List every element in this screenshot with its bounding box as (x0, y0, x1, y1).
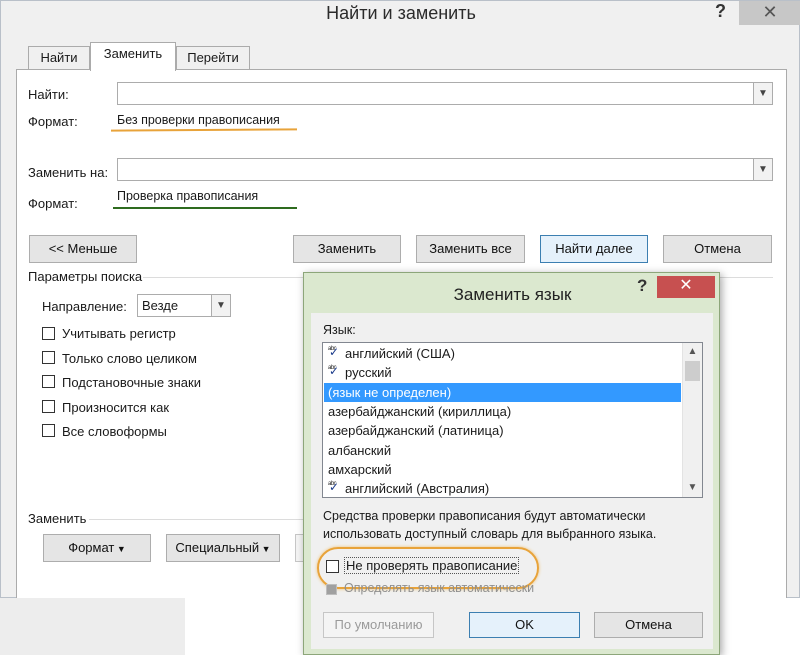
cancel-button[interactable]: Отмена (594, 612, 703, 638)
language-item-label: (язык не определен) (328, 384, 452, 400)
find-format-label: Формат: (28, 114, 78, 129)
direction-value: Везде (142, 298, 179, 313)
ok-button[interactable]: OK (469, 612, 580, 638)
replace-group-label: Заменить (28, 511, 87, 526)
language-item[interactable]: албанский (324, 441, 681, 460)
language-item-label: английский (США) (345, 346, 455, 361)
search-params-label: Параметры поиска (28, 269, 143, 284)
replace-button[interactable]: Заменить (293, 235, 401, 263)
format-button-label: Формат (68, 540, 115, 555)
group-divider (89, 519, 304, 520)
language-dialog: Заменить язык ? ✕ Язык: abc ✓ английский (… (303, 272, 720, 655)
replace-label: Заменить на: (28, 165, 109, 180)
language-item[interactable]: азербайджанский (кириллица) (324, 402, 681, 421)
language-item[interactable]: (язык не определен) (324, 382, 681, 402)
language-item[interactable]: abc ✓ русский (324, 363, 681, 382)
language-dialog-body: Язык: abc ✓ английский (США) abc ✓ русский (яз… (311, 313, 713, 649)
format-button[interactable]: Формат ▼ (43, 534, 151, 562)
tab-find-label: Найти (40, 50, 78, 65)
word-forms-checkbox[interactable] (42, 424, 55, 437)
language-item-label: азербайджанский (кириллица) (328, 403, 512, 419)
direction-label: Направление: (42, 299, 127, 314)
word-forms-label: Все словоформы (62, 424, 167, 439)
chevron-down-icon[interactable]: ▼ (753, 159, 772, 180)
language-label: Язык: (323, 323, 356, 337)
set-default-button[interactable]: По умолчанию (323, 612, 434, 638)
close-button[interactable]: ✕ (739, 1, 800, 25)
find-input[interactable]: ▼ (117, 82, 773, 105)
sounds-like-label: Произносится как (62, 400, 170, 415)
match-case-label: Учитывать регистр (62, 326, 176, 341)
chevron-down-icon[interactable]: ▼ (211, 295, 230, 316)
scroll-thumb[interactable] (685, 361, 700, 381)
close-icon: ✕ (679, 277, 693, 294)
help-button[interactable]: ? (637, 276, 647, 296)
tab-replace[interactable]: Заменить (90, 42, 176, 71)
match-case-checkbox[interactable] (42, 327, 55, 340)
language-item-label: амхарский (328, 461, 392, 477)
replace-format-value: Проверка правописания (117, 189, 259, 203)
scroll-up-icon[interactable]: ▲ (683, 343, 702, 360)
dropdown-arrow-icon: ▼ (114, 544, 126, 554)
scrollbar[interactable]: ▲ ▼ (682, 343, 702, 497)
language-item[interactable]: abc ✓ английский (США) (324, 344, 681, 363)
close-button[interactable]: ✕ (657, 276, 715, 298)
close-icon: ✕ (762, 2, 778, 22)
tab-goto-label: Перейти (187, 50, 239, 65)
language-item-label: английский (Австралия) (345, 481, 490, 497)
green-underline-annotation (113, 207, 297, 209)
cancel-button[interactable]: Отмена (663, 235, 772, 263)
dropdown-arrow-icon: ▼ (259, 544, 271, 554)
sounds-like-checkbox[interactable] (42, 400, 55, 413)
find-next-button[interactable]: Найти далее (540, 235, 648, 263)
language-item[interactable]: abc ✓ английский (Австралия) (324, 479, 681, 497)
special-button[interactable]: Специальный ▼ (166, 534, 280, 562)
tab-replace-label: Заменить (103, 46, 163, 61)
tab-goto[interactable]: Перейти (176, 46, 250, 70)
chevron-down-icon[interactable]: ▼ (753, 83, 772, 104)
dialog-title: Найти и заменить (326, 3, 476, 23)
language-item-label: азербайджанский (латиница) (328, 423, 504, 439)
whole-word-checkbox[interactable] (42, 351, 55, 364)
tab-find[interactable]: Найти (28, 46, 90, 70)
hint-text: Средства проверки правописания будут авт… (323, 509, 657, 541)
language-list[interactable]: abc ✓ английский (США) abc ✓ русский (язык не … (322, 342, 703, 498)
language-item-label: албанский (328, 442, 392, 458)
wildcards-label: Подстановочные знаки (62, 375, 201, 390)
replace-input[interactable]: ▼ (117, 158, 773, 181)
help-button[interactable]: ? (715, 1, 726, 22)
language-item[interactable]: амхарский (324, 460, 681, 479)
language-item-label: русский (345, 365, 392, 381)
replace-format-label: Формат: (28, 196, 78, 211)
whole-word-label: Только слово целиком (62, 351, 197, 366)
no-spellcheck-label: Не проверять правописание (344, 557, 520, 574)
language-item[interactable]: азербайджанский (латиница) (324, 421, 681, 440)
taskbar-area (0, 598, 185, 655)
auto-detect-label: Определять язык автоматически (344, 581, 535, 595)
find-label: Найти: (28, 87, 69, 102)
no-spellcheck-checkbox[interactable] (326, 560, 339, 573)
replace-all-button[interactable]: Заменить все (416, 235, 525, 263)
scroll-down-icon[interactable]: ▼ (683, 479, 702, 496)
auto-detect-checkbox[interactable] (326, 584, 337, 595)
special-button-label: Специальный (175, 540, 260, 555)
wildcards-checkbox[interactable] (42, 375, 55, 388)
direction-select[interactable]: Везде ▼ (137, 294, 231, 317)
find-format-value: Без проверки правописания (117, 113, 280, 127)
less-button[interactable]: << Меньше (29, 235, 137, 263)
